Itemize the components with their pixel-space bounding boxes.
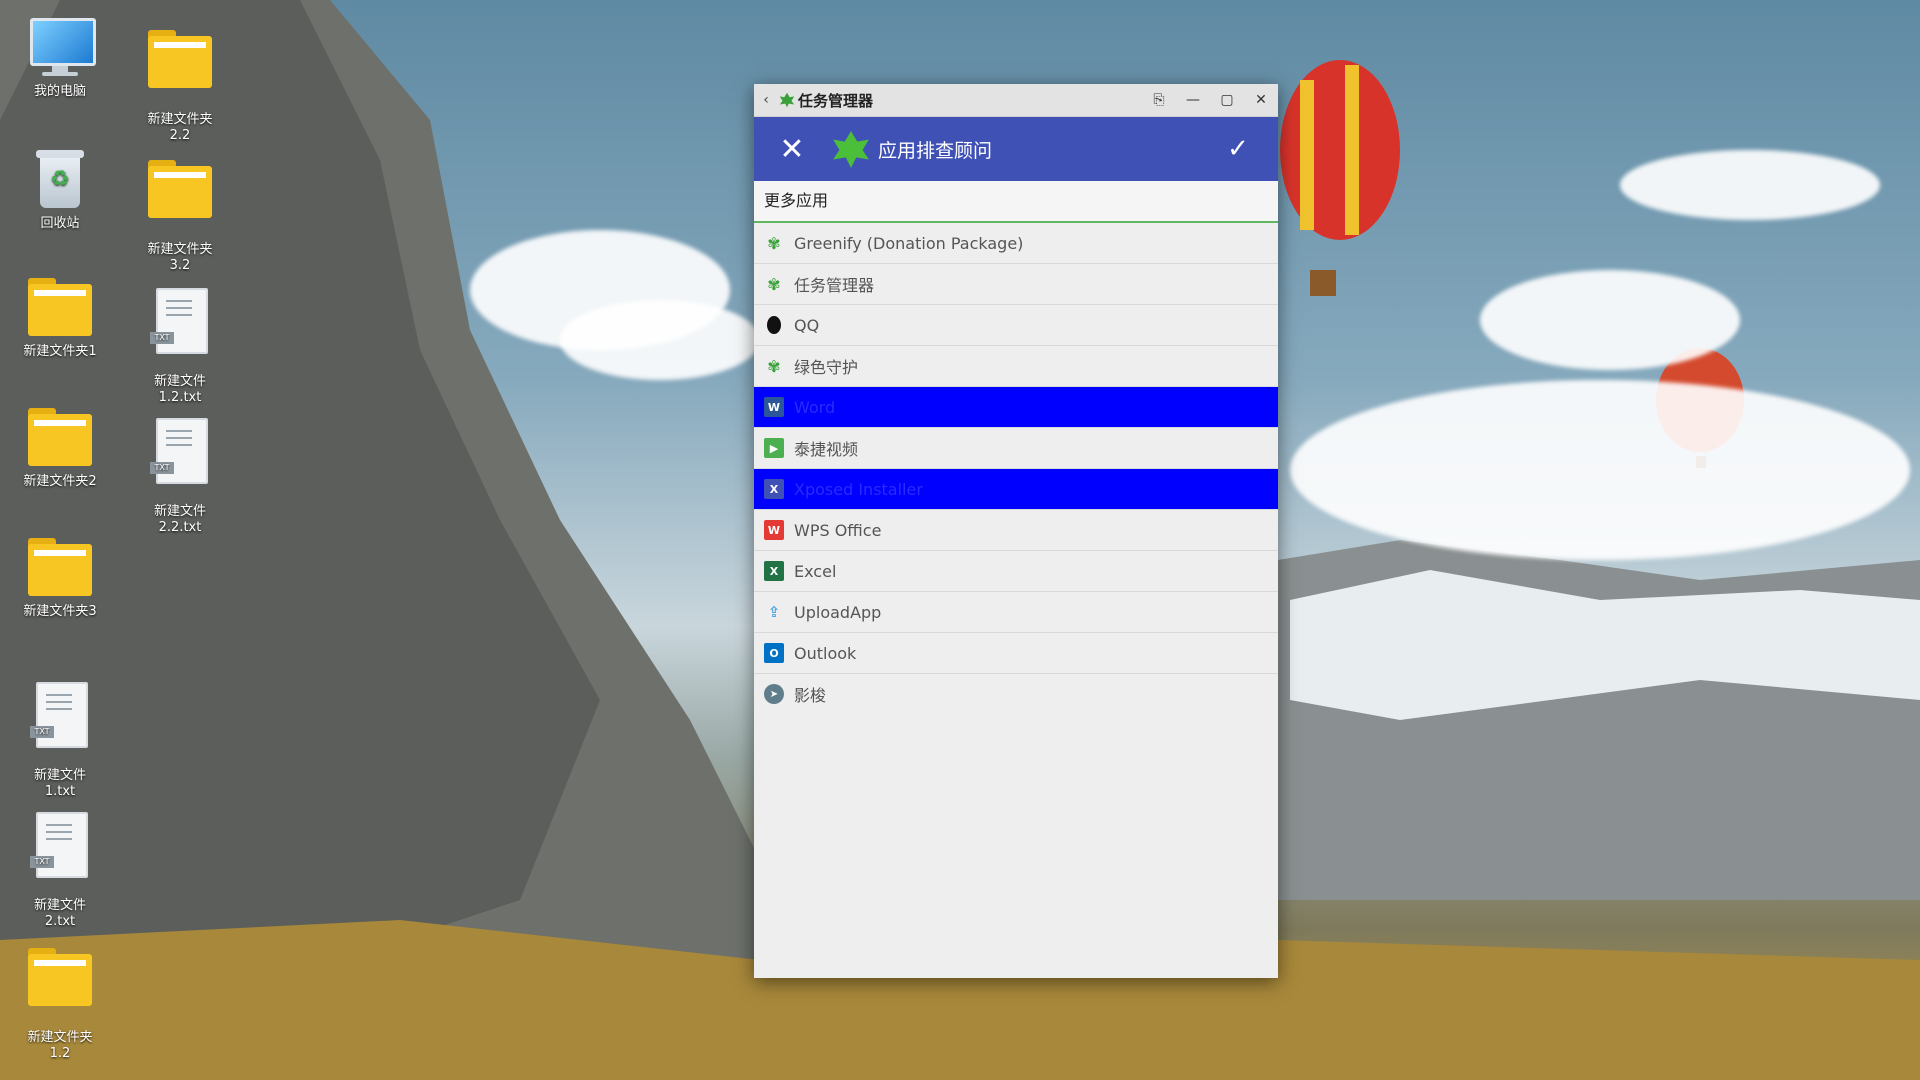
section-header: 更多应用	[754, 181, 1278, 223]
app-list: ✾ Greenify (Donation Package) ✾ 任务管理器 QQ ✾…	[754, 223, 1278, 714]
folder-icon	[148, 26, 212, 90]
word-icon: W	[764, 397, 784, 417]
cloud	[1620, 150, 1880, 220]
app-name: QQ	[794, 315, 820, 335]
cloud	[1480, 270, 1740, 370]
folder-icon	[28, 274, 92, 338]
desktop-icon-folder[interactable]: 新建文件夹 3.2	[125, 140, 235, 290]
desktop-icon-folder[interactable]: 新建文件夹 2.2	[125, 10, 235, 160]
leaf-icon: ✾	[767, 274, 781, 294]
desktop-icon-txt-file[interactable]: TXT 新建文件 2.txt	[5, 796, 115, 946]
excel-icon: X	[764, 561, 784, 581]
list-item[interactable]: X Excel	[754, 551, 1278, 592]
desktop-icon-label: 我的电脑	[33, 84, 86, 99]
leaf-icon	[779, 92, 795, 108]
desktop-icon-txt-file[interactable]: TXT 新建文件 1.2.txt	[125, 272, 235, 422]
app-name: Excel	[794, 561, 837, 581]
desktop-icon-folder[interactable]: 新建文件夹 1.2	[5, 928, 115, 1078]
desktop-icon-label: 回收站	[40, 216, 80, 231]
wps-icon: W	[764, 520, 784, 540]
folder-icon	[148, 156, 212, 220]
desktop-icon-label: 新建文件夹2	[23, 474, 97, 489]
cloud	[560, 300, 760, 380]
list-item[interactable]: ➤ 影梭	[754, 674, 1278, 714]
list-item-selected[interactable]: W Word	[754, 387, 1278, 428]
app-name: WPS Office	[794, 520, 882, 540]
window-title: 任务管理器	[798, 91, 874, 110]
confirm-icon[interactable]: ✓	[1198, 134, 1278, 164]
pin-icon[interactable]: ⎘	[1142, 92, 1176, 108]
desktop-icon-folder[interactable]: 新建文件夹1	[5, 274, 115, 360]
recycle-bin-icon: ♻	[28, 146, 92, 210]
shadowsocks-icon: ➤	[764, 684, 784, 704]
app-name: UploadApp	[794, 602, 882, 622]
desktop-icon-my-computer[interactable]: 我的电脑	[5, 14, 115, 100]
list-item[interactable]: O Outlook	[754, 633, 1278, 674]
maximize-button[interactable]: ▢	[1210, 92, 1244, 108]
app-name: 泰捷视频	[794, 440, 859, 459]
text-file-icon: TXT	[28, 682, 92, 748]
leaf-icon	[833, 131, 869, 168]
desktop-icon-txt-file[interactable]: TXT 新建文件 1.txt	[5, 666, 115, 816]
list-item[interactable]: QQ	[754, 305, 1278, 346]
outlook-icon: O	[764, 643, 784, 663]
video-icon: ▶	[764, 438, 784, 458]
back-icon[interactable]: ‹	[754, 92, 778, 108]
xposed-icon: X	[764, 479, 784, 499]
app-name: Xposed Installer	[794, 479, 923, 499]
app-bar-title: 应用排查顾问	[878, 139, 993, 162]
leaf-icon: ✾	[767, 356, 781, 376]
desktop-icon-label: 新建文件夹 1.2	[27, 1030, 93, 1061]
computer-icon	[28, 14, 96, 78]
desktop-icon-txt-file[interactable]: TXT 新建文件 2.2.txt	[125, 402, 235, 552]
app-name: 影梭	[794, 686, 827, 705]
app-name: Outlook	[794, 643, 857, 663]
task-manager-window: ‹ 任务管理器 ⎘ — ▢ ✕ ✕ 应用排查顾问 ✓ 更多应用 ✾ Greenif…	[754, 84, 1278, 978]
list-item[interactable]: ✾ 任务管理器	[754, 264, 1278, 305]
text-file-icon: TXT	[28, 812, 92, 878]
app-name: 绿色守护	[794, 358, 859, 377]
desktop-icon-recycle-bin[interactable]: ♻ 回收站	[5, 146, 115, 232]
close-icon[interactable]: ✕	[754, 132, 830, 167]
list-item[interactable]: ✾ Greenify (Donation Package)	[754, 223, 1278, 264]
upload-icon: ⇪	[767, 603, 781, 621]
folder-icon	[28, 944, 92, 1008]
text-file-icon: TXT	[148, 288, 212, 354]
list-item[interactable]: ✾ 绿色守护	[754, 346, 1278, 387]
list-item[interactable]: ▶ 泰捷视频	[754, 428, 1278, 469]
close-button[interactable]: ✕	[1244, 92, 1278, 108]
desktop-icon-label: 新建文件 2.2.txt	[153, 504, 206, 535]
text-file-icon: TXT	[148, 418, 212, 484]
window-titlebar: ‹ 任务管理器 ⎘ — ▢ ✕	[754, 84, 1278, 117]
desktop-icon-label: 新建文件夹1	[23, 344, 97, 359]
desktop-icon-label: 新建文件 2.txt	[33, 898, 86, 929]
penguin-icon	[767, 316, 781, 334]
list-item[interactable]: ⇪ UploadApp	[754, 592, 1278, 633]
app-name: 任务管理器	[794, 276, 875, 295]
folder-icon	[28, 534, 92, 598]
app-name: Word	[794, 397, 836, 417]
desktop-icon-label: 新建文件夹3	[23, 604, 97, 619]
app-bar: ✕ 应用排查顾问 ✓	[754, 117, 1278, 181]
minimize-button[interactable]: —	[1176, 92, 1210, 108]
desktop-icon-folder[interactable]: 新建文件夹3	[5, 534, 115, 620]
desktop-icon-folder[interactable]: 新建文件夹2	[5, 404, 115, 490]
list-item[interactable]: W WPS Office	[754, 510, 1278, 551]
folder-icon	[28, 404, 92, 468]
app-name: Greenify (Donation Package)	[794, 233, 1024, 253]
desktop-icon-label: 新建文件夹 3.2	[147, 242, 213, 273]
list-item-selected[interactable]: X Xposed Installer	[754, 469, 1278, 510]
cloud	[1290, 380, 1910, 560]
leaf-icon: ✾	[767, 233, 781, 253]
